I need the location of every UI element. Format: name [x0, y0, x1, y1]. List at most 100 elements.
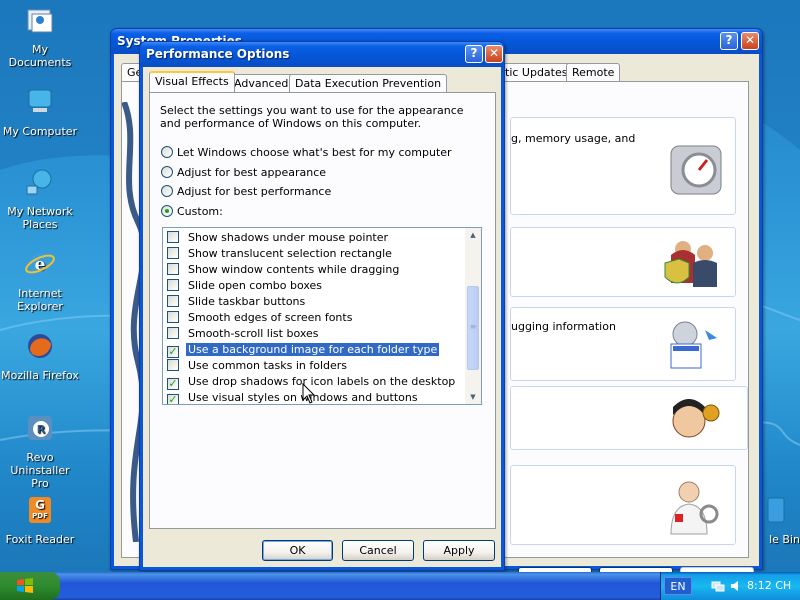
cancel-button[interactable]: Cancel: [342, 540, 414, 561]
item-label: Use drop shadows for icon labels on the …: [188, 375, 456, 388]
scroll-up-arrow-icon[interactable]: ▲: [465, 228, 481, 242]
list-item[interactable]: Show shadows under mouse pointer: [167, 230, 390, 246]
list-item[interactable]: Use common tasks in folders: [167, 358, 349, 374]
desktop-icon-my-documents[interactable]: My Documents: [0, 4, 80, 69]
list-item-selected[interactable]: ✓ Use a background image for each folder …: [167, 342, 440, 358]
close-button[interactable]: ✕: [741, 32, 759, 50]
windows-logo-icon: [17, 578, 33, 593]
radio-best-appearance[interactable]: Adjust for best appearance: [161, 165, 326, 181]
checkbox[interactable]: [167, 247, 179, 259]
checkbox[interactable]: [167, 263, 179, 275]
desktop-icon-mozilla-firefox[interactable]: Mozilla Firefox: [0, 330, 80, 382]
help-button[interactable]: ?: [465, 45, 483, 63]
tab-remote[interactable]: Remote: [566, 63, 621, 81]
list-item[interactable]: Smooth edges of screen fonts: [167, 310, 354, 326]
start-button[interactable]: [0, 572, 60, 600]
folder-documents-icon: [27, 9, 53, 33]
desktop-icon-my-computer[interactable]: My Computer: [0, 86, 80, 138]
visual-effects-list[interactable]: Show shadows under mouse pointer Show tr…: [162, 227, 482, 405]
internet-explorer-icon: e: [25, 253, 55, 275]
performance-options-window: Performance Options ? ✕ Visual Effects A…: [139, 41, 505, 571]
radio-button[interactable]: [161, 205, 173, 217]
svg-text:G: G: [35, 498, 45, 512]
checkbox[interactable]: [167, 311, 179, 323]
desktop-icon-label: My Documents: [8, 43, 72, 69]
performance-row: g, memory usage, and: [510, 117, 736, 215]
foxit-reader-icon: PDF G: [29, 497, 51, 523]
checkbox-checked[interactable]: ✓: [167, 394, 179, 404]
clock[interactable]: 8:12 CH: [747, 579, 791, 592]
apply-button[interactable]: Apply: [423, 540, 495, 561]
description-text: Select the settings you want to use for …: [160, 104, 464, 130]
users-shield-icon: [664, 241, 717, 287]
visual-effects-panel: Select the settings you want to use for …: [149, 92, 496, 529]
row-text: ugging information: [511, 320, 616, 333]
error-reporting-row: [510, 465, 736, 545]
item-label: Slide taskbar buttons: [188, 295, 306, 308]
desktop-icon-label: Foxit Reader: [5, 533, 75, 546]
list-item[interactable]: Smooth-scroll list boxes: [167, 326, 321, 342]
item-label: Use common tasks in folders: [188, 359, 348, 372]
radio-let-windows-choose[interactable]: Let Windows choose what's best for my co…: [161, 145, 452, 161]
tab-data-execution-prevention[interactable]: Data Execution Prevention: [289, 74, 448, 92]
item-label: Show window contents while dragging: [188, 263, 400, 276]
tab-visual-effects[interactable]: Visual Effects: [149, 71, 235, 92]
list-item[interactable]: Slide open combo boxes: [167, 278, 324, 294]
startup-recovery-row: ugging information: [510, 307, 736, 381]
list-scrollbar[interactable]: ▲ ≡ ▼: [465, 228, 481, 404]
language-indicator[interactable]: EN: [664, 577, 692, 595]
speaker-tray-icon[interactable]: [729, 579, 743, 593]
environment-row: [510, 386, 748, 450]
radio-label: Adjust for best performance: [177, 185, 332, 198]
item-label: Smooth edges of screen fonts: [188, 311, 353, 324]
firefox-icon: [28, 334, 52, 358]
scroll-thumb[interactable]: ≡: [467, 286, 479, 370]
checkbox[interactable]: [167, 327, 179, 339]
checkbox[interactable]: [167, 295, 179, 307]
item-label: Use a background image for each folder t…: [186, 343, 440, 356]
checkbox-checked[interactable]: ✓: [167, 346, 179, 358]
radio-label: Custom:: [177, 205, 223, 218]
checkbox[interactable]: [167, 279, 179, 291]
desktop-icon-internet-explorer[interactable]: e Internet Explorer: [0, 248, 80, 313]
radio-button[interactable]: [161, 185, 173, 197]
computer-icon: [28, 89, 52, 112]
desktop-icon-my-network-places[interactable]: My Network Places: [0, 166, 80, 231]
checkbox-checked[interactable]: ✓: [167, 378, 179, 390]
help-button[interactable]: ?: [720, 32, 738, 50]
doctor-icon: [670, 481, 719, 535]
radio-label: Adjust for best appearance: [177, 166, 327, 179]
desktop-icon-label: Mozilla Firefox: [1, 369, 79, 382]
svg-text:R: R: [37, 423, 46, 436]
radio-best-performance[interactable]: Adjust for best performance: [161, 184, 331, 200]
desktop-icon-foxit-reader[interactable]: PDF G Foxit Reader: [0, 494, 80, 546]
mouse-cursor-icon: [302, 383, 316, 404]
performance-gauge-icon: [670, 145, 722, 195]
checkbox[interactable]: [167, 231, 179, 243]
tab-automatic-updates[interactable]: tic Updates: [499, 63, 574, 81]
tab-advanced[interactable]: Advanced: [228, 74, 295, 92]
close-button[interactable]: ✕: [485, 45, 503, 63]
desktop-icon-revo-uninstaller[interactable]: R Revo Uninstaller Pro: [0, 412, 80, 490]
network-tray-icon[interactable]: [711, 579, 725, 593]
recycle-bin-icon: [767, 497, 785, 523]
radio-label: Let Windows choose what's best for my co…: [177, 146, 452, 159]
performance-options-client: Visual Effects Advanced Data Execution P…: [143, 67, 501, 567]
checkbox[interactable]: [167, 359, 179, 371]
desktop-icon-label: Internet Explorer: [17, 287, 63, 313]
list-item[interactable]: ✓ Use visual styles on windows and button…: [167, 390, 420, 404]
radio-button[interactable]: [161, 166, 173, 178]
network-icon: [26, 169, 52, 195]
list-item[interactable]: Slide taskbar buttons: [167, 294, 307, 310]
item-label: Show shadows under mouse pointer: [188, 231, 389, 244]
ok-button[interactable]: OK: [262, 540, 333, 561]
item-label: Smooth-scroll list boxes: [188, 327, 319, 340]
radio-button[interactable]: [161, 146, 173, 158]
radio-custom[interactable]: Custom:: [161, 204, 223, 220]
startup-recovery-icon: [670, 321, 717, 369]
scroll-down-arrow-icon[interactable]: ▼: [465, 390, 481, 404]
svg-text:PDF: PDF: [32, 512, 48, 520]
desktop-icon-label: My Computer: [2, 125, 78, 138]
list-item[interactable]: Show window contents while dragging: [167, 262, 401, 278]
list-item[interactable]: Show translucent selection rectangle: [167, 246, 394, 262]
